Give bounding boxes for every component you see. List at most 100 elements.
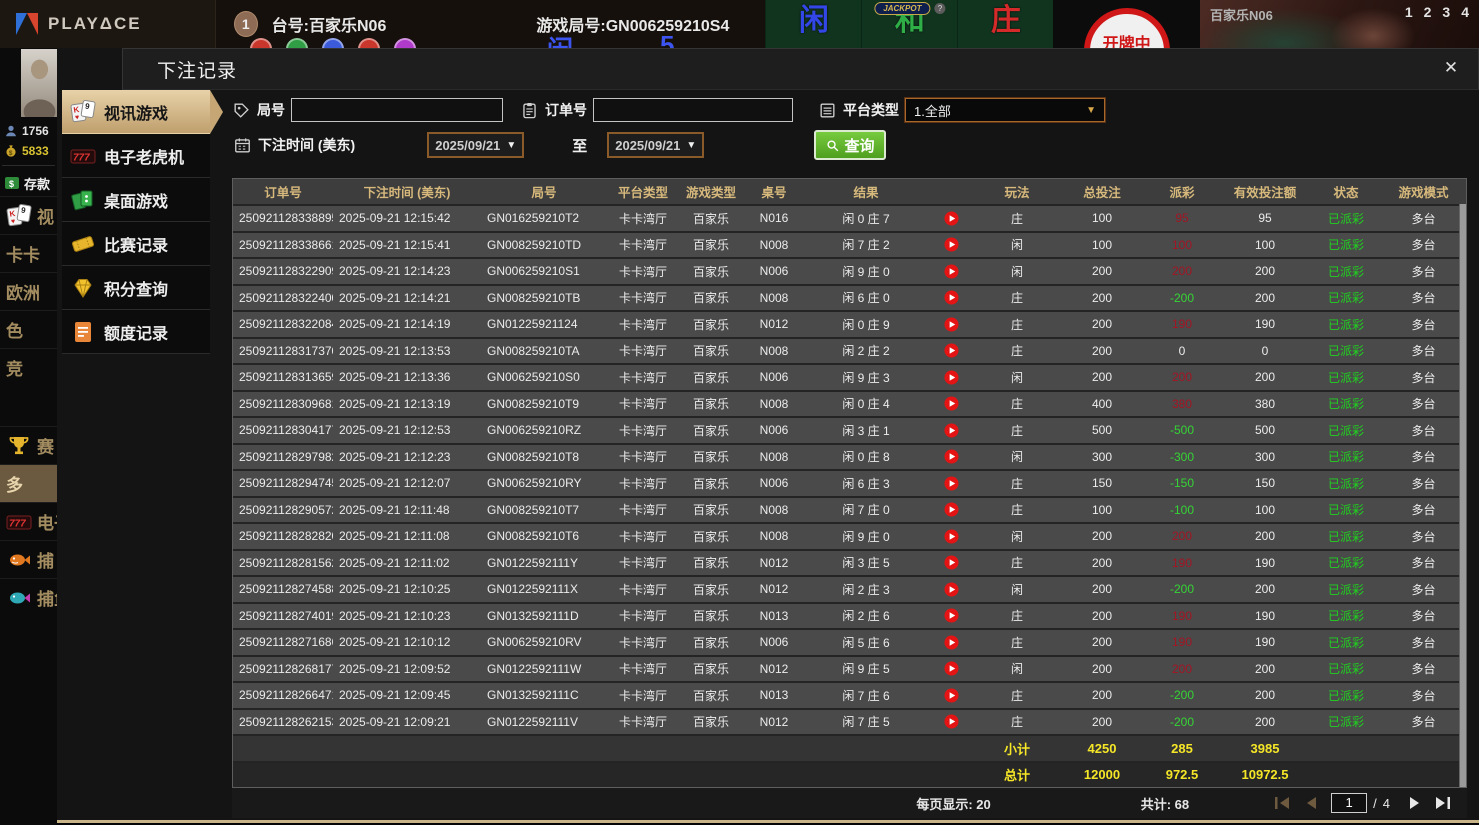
cell-game: 百家乐 — [679, 422, 743, 439]
camera-4[interactable]: 4 — [1461, 4, 1469, 20]
cell-payout: 190 — [1145, 317, 1219, 331]
date-to-picker[interactable]: 2025/09/21 ▼ — [607, 132, 704, 158]
table-row: 250921128338895 2025-09-21 12:15:42 GN01… — [233, 204, 1466, 231]
lobby-item[interactable]: 多 — [0, 464, 57, 502]
subtotal-payout: 285 — [1145, 741, 1219, 756]
sidebar-item-桌面游戏[interactable]: 桌面游戏 — [62, 178, 210, 222]
lobby-item[interactable]: 色 — [0, 310, 57, 348]
subtotal-label: 小计 — [975, 739, 1059, 758]
cell-time: 2025-09-21 12:10:25 — [333, 582, 481, 596]
cell-platform: 卡卡湾厅 — [607, 634, 679, 651]
cell-total-bet: 200 — [1059, 662, 1145, 676]
prev-page-icon[interactable] — [1300, 794, 1322, 812]
deposit-button[interactable]: $ 存款 — [0, 170, 57, 196]
page-input[interactable]: 1 — [1331, 793, 1367, 813]
sidebar-item-额度记录[interactable]: 额度记录 — [62, 310, 210, 354]
cell-status: 已派彩 — [1311, 475, 1381, 492]
order-icon — [520, 101, 539, 120]
cell-mode: 多台 — [1381, 263, 1466, 280]
deal-status-button[interactable]: 开牌中 — [1084, 8, 1170, 48]
lobby-item[interactable]: K♥9视 — [0, 196, 57, 234]
cell-payout: 95 — [1145, 211, 1219, 225]
table-row: 250921128313659 2025-09-21 12:13:36 GN00… — [233, 363, 1466, 390]
cell-platform: 卡卡湾厅 — [607, 554, 679, 571]
play-icon[interactable] — [944, 396, 959, 411]
play-icon[interactable] — [944, 343, 959, 358]
play-icon[interactable] — [944, 317, 959, 332]
play-icon[interactable] — [944, 423, 959, 438]
table-row: 250921128322909 2025-09-21 12:14:23 GN00… — [233, 257, 1466, 284]
play-icon[interactable] — [944, 502, 959, 517]
play-icon[interactable] — [944, 211, 959, 226]
lobby-item[interactable]: 捕 — [0, 540, 57, 578]
cell-payout: -150 — [1145, 476, 1219, 490]
cell-order: 250921128338661 — [233, 238, 333, 252]
close-icon[interactable]: ✕ — [1440, 58, 1462, 78]
cell-table: N013 — [743, 609, 805, 623]
lobby-item[interactable]: 777电子 — [0, 502, 57, 540]
order-input[interactable] — [593, 98, 793, 122]
playace-logo: PLAYΔCE — [0, 0, 216, 48]
first-page-icon[interactable] — [1272, 794, 1294, 812]
play-icon[interactable] — [944, 608, 959, 623]
sidebar-item-积分查询[interactable]: 积分查询 — [62, 266, 210, 310]
lobby-item[interactable]: 竞 — [0, 348, 57, 386]
cell-valid-bet: 200 — [1219, 264, 1311, 278]
cell-status: 已派彩 — [1311, 528, 1381, 545]
play-icon[interactable] — [944, 635, 959, 650]
date-from-picker[interactable]: 2025/09/21 ▼ — [427, 132, 524, 158]
cell-table: N012 — [743, 582, 805, 596]
play-icon[interactable] — [944, 529, 959, 544]
cards-icon: K♥9 — [6, 203, 32, 229]
user-stat: 1756 — [0, 121, 57, 141]
cell-payout: -200 — [1145, 715, 1219, 729]
trophy-icon — [6, 433, 32, 459]
cell-valid-bet: 100 — [1219, 238, 1311, 252]
column-header: 局号 — [481, 182, 607, 201]
table-scrollbar[interactable] — [1459, 204, 1466, 787]
cell-status: 已派彩 — [1311, 448, 1381, 465]
camera-2[interactable]: 2 — [1424, 4, 1432, 20]
camera-3[interactable]: 3 — [1442, 4, 1450, 20]
play-icon[interactable] — [944, 237, 959, 252]
play-icon[interactable] — [944, 370, 959, 385]
sidebar-item-视讯游戏[interactable]: K♥9视讯游戏 — [62, 90, 210, 134]
lobby-item[interactable]: 赛 — [0, 426, 57, 464]
ticket-icon — [70, 231, 96, 257]
play-icon[interactable] — [944, 661, 959, 676]
round-input[interactable] — [291, 98, 503, 122]
play-icon[interactable] — [944, 688, 959, 703]
play-icon[interactable] — [944, 555, 959, 570]
search-button[interactable]: 查询 — [814, 130, 886, 160]
next-page-icon[interactable] — [1403, 794, 1425, 812]
play-icon[interactable] — [944, 476, 959, 491]
play-icon[interactable] — [944, 290, 959, 305]
sidebar-item-比赛记录[interactable]: 比赛记录 — [62, 222, 210, 266]
cell-order: 250921128266471 — [233, 688, 333, 702]
play-icon[interactable] — [944, 582, 959, 597]
sidebar-item-电子老虎机[interactable]: 777电子老虎机 — [62, 134, 210, 178]
cell-round: GN006259210RV — [481, 635, 607, 649]
grandtotal-row: 总计 12000 972.5 10972.5 — [233, 761, 1466, 788]
help-icon[interactable]: ? — [934, 3, 945, 14]
last-page-icon[interactable] — [1431, 794, 1453, 812]
column-header: 总投注 — [1059, 182, 1145, 201]
table-row: 250921128309681 2025-09-21 12:13:19 GN00… — [233, 390, 1466, 417]
cell-result: 闲 2 庄 2 — [805, 342, 927, 359]
cell-result: 闲 7 庄 0 — [805, 501, 927, 518]
avatar[interactable] — [21, 49, 57, 117]
cell-round: GN008259210TB — [481, 291, 607, 305]
play-icon[interactable] — [944, 714, 959, 729]
modal-content: 局号 订单号 平台类型 1.全部 ▼ — [232, 90, 1467, 820]
cell-payout: 200 — [1145, 662, 1219, 676]
lobby-item[interactable]: 捕鱼 — [0, 578, 57, 616]
play-icon[interactable] — [944, 449, 959, 464]
lobby-item[interactable]: 卡卡 — [0, 234, 57, 272]
column-header: 游戏模式 — [1381, 182, 1466, 201]
cell-result: 闲 3 庄 1 — [805, 422, 927, 439]
camera-1[interactable]: 1 — [1405, 4, 1413, 20]
platform-select[interactable]: 1.全部 ▼ — [905, 98, 1105, 122]
cell-round: GN008259210T7 — [481, 503, 607, 517]
play-icon[interactable] — [944, 264, 959, 279]
lobby-item[interactable]: 欧洲 — [0, 272, 57, 310]
